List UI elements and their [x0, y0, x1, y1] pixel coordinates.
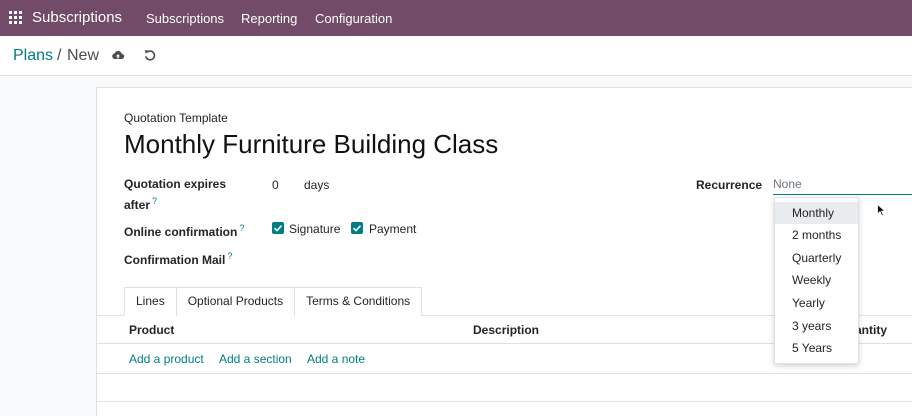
- check-icon: [273, 225, 283, 232]
- recurrence-option-quarterly[interactable]: Quarterly: [775, 247, 858, 269]
- help-tooltip-icon[interactable]: ?: [227, 251, 232, 261]
- table-row-divider: [97, 401, 912, 402]
- recurrence-option-2-months[interactable]: 2 months: [775, 224, 858, 246]
- recurrence-option-weekly[interactable]: Weekly: [775, 269, 858, 291]
- recurrence-label: Recurrence: [696, 178, 763, 192]
- add-product-link[interactable]: Add a product: [129, 352, 204, 366]
- tab-terms-conditions[interactable]: Terms & Conditions: [294, 287, 423, 316]
- recurrence-dropdown: Monthly 2 months Quarterly Weekly Yearly…: [774, 197, 859, 364]
- expires-label-line1: Quotation expires: [124, 177, 227, 191]
- signature-checkbox[interactable]: [272, 222, 284, 234]
- breadcrumb-plans-link[interactable]: Plans: [13, 47, 53, 65]
- column-header-quantity[interactable]: antity: [855, 323, 887, 337]
- check-icon: [352, 225, 362, 232]
- online-confirmation-text: Online confirmation: [124, 225, 238, 239]
- recurrence-option-yearly[interactable]: Yearly: [775, 292, 858, 314]
- mouse-pointer-icon: [877, 204, 886, 217]
- template-label: Quotation Template: [124, 111, 228, 125]
- column-header-description[interactable]: Description: [473, 323, 539, 337]
- column-header-product[interactable]: Product: [129, 323, 174, 337]
- undo-icon[interactable]: [143, 48, 157, 62]
- expires-unit: days: [304, 178, 330, 192]
- quotation-expires-label: Quotation expires after?: [124, 176, 226, 214]
- apps-grid-icon[interactable]: [9, 11, 22, 24]
- payment-checkbox[interactable]: [351, 222, 363, 234]
- recurrence-input[interactable]: None: [773, 176, 912, 195]
- tab-lines[interactable]: Lines: [124, 287, 177, 316]
- add-note-link[interactable]: Add a note: [307, 352, 365, 366]
- table-row-divider: [97, 373, 912, 374]
- expires-value-input[interactable]: 0: [272, 178, 279, 192]
- notebook-tabs: Lines Optional Products Terms & Conditio…: [124, 287, 423, 316]
- top-navbar: Subscriptions Subscriptions Reporting Co…: [0, 0, 912, 36]
- menu-reporting[interactable]: Reporting: [241, 11, 297, 26]
- recurrence-option-3-years[interactable]: 3 years: [775, 315, 858, 337]
- template-name-field[interactable]: Monthly Furniture Building Class: [124, 129, 498, 160]
- payment-label[interactable]: Payment: [369, 222, 416, 236]
- menu-configuration[interactable]: Configuration: [315, 11, 392, 26]
- breadcrumb-current: New: [67, 47, 100, 64]
- tab-optional-products[interactable]: Optional Products: [175, 287, 296, 316]
- menu-subscriptions[interactable]: Subscriptions: [146, 11, 224, 26]
- expires-label-line2: after: [124, 198, 151, 212]
- recurrence-option-5-years[interactable]: 5 Years: [775, 337, 858, 359]
- control-panel: Plans / New: [0, 36, 912, 76]
- app-brand[interactable]: Subscriptions: [32, 9, 122, 26]
- help-tooltip-icon[interactable]: ?: [152, 196, 157, 206]
- recurrence-option-monthly[interactable]: Monthly: [775, 202, 858, 224]
- help-tooltip-icon[interactable]: ?: [239, 223, 244, 233]
- signature-label[interactable]: Signature: [289, 222, 340, 236]
- cloud-upload-icon[interactable]: [111, 48, 125, 62]
- confirmation-mail-text: Confirmation Mail: [124, 253, 226, 267]
- online-confirmation-label: Online confirmation?: [124, 220, 244, 241]
- add-section-link[interactable]: Add a section: [219, 352, 292, 366]
- breadcrumb-separator: /: [57, 47, 62, 64]
- confirmation-mail-label: Confirmation Mail?: [124, 248, 232, 269]
